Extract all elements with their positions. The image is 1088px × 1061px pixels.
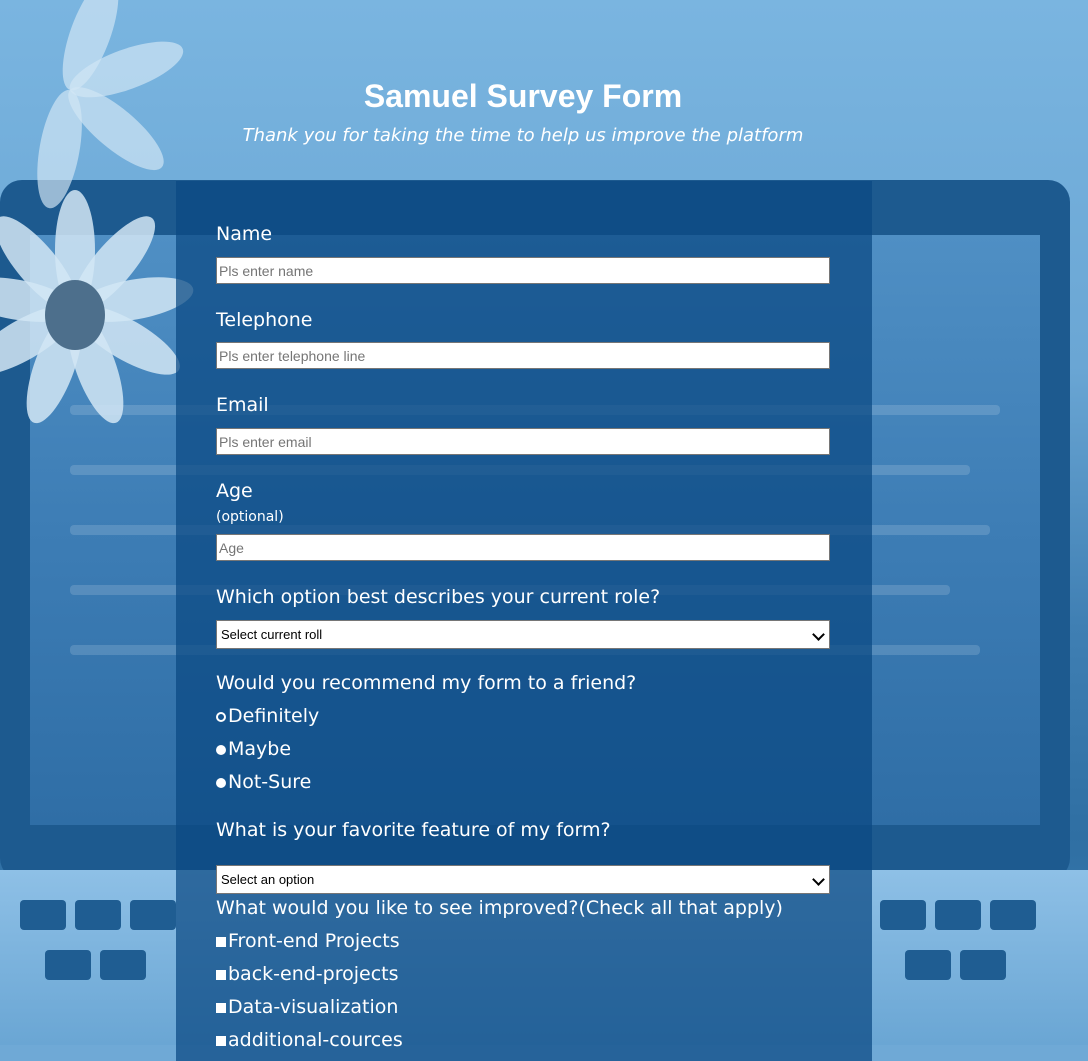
radio-selected-icon[interactable] [216, 711, 226, 722]
chevron-down-icon [812, 628, 825, 641]
recommend-option-definitely[interactable]: Definitely [216, 705, 319, 727]
feature-label: What is your favorite feature of my form… [216, 819, 611, 841]
improve-option-label: back-end-projects [228, 963, 399, 985]
recommend-option-label: Maybe [228, 738, 292, 760]
recommend-option-label: Definitely [228, 705, 320, 727]
survey-form-panel: Name Pls enter name Telephone Pls enter … [176, 181, 872, 1061]
age-label: Age [216, 480, 253, 502]
improve-option-back-end[interactable]: back-end-projects [216, 963, 399, 985]
recommend-option-maybe[interactable]: Maybe [216, 738, 291, 760]
telephone-label: Telephone [216, 309, 313, 331]
background-flower [0, 180, 197, 440]
recommend-option-label: Not-Sure [228, 771, 312, 793]
checkbox-icon[interactable] [216, 1002, 226, 1013]
improve-option-data-visualization[interactable]: Data-visualization [216, 996, 398, 1018]
improve-option-label: Front-end Projects [228, 930, 400, 952]
improve-option-label: Data-visualization [228, 996, 399, 1018]
age-optional-hint: (optional) [216, 509, 284, 525]
role-select-value: Select current roll [221, 627, 323, 642]
checkbox-icon[interactable] [216, 1035, 226, 1046]
improve-option-front-end[interactable]: Front-end Projects [216, 930, 400, 952]
improve-label: What would you like to see improved?(Che… [216, 897, 783, 919]
page-description: Thank you for taking the time to help us… [242, 125, 804, 146]
feature-select[interactable]: Select an option [216, 865, 830, 894]
feature-select-value: Select an option [221, 872, 315, 887]
page-title: Samuel Survey Form [363, 78, 683, 114]
recommend-option-not-sure[interactable]: Not-Sure [216, 771, 311, 793]
role-select[interactable]: Select current roll [216, 620, 830, 649]
radio-icon[interactable] [216, 777, 226, 788]
recommend-label: Would you recommend my form to a friend? [216, 672, 637, 694]
checkbox-icon[interactable] [216, 969, 226, 980]
email-input[interactable]: Pls enter email [216, 428, 830, 455]
improve-option-label: additional-cources [228, 1029, 403, 1051]
telephone-input[interactable]: Pls enter telephone line [216, 342, 830, 369]
role-label: Which option best describes your current… [216, 586, 661, 608]
radio-icon[interactable] [216, 744, 226, 755]
name-input[interactable]: Pls enter name [216, 257, 830, 284]
name-label: Name [216, 223, 273, 245]
checkbox-icon[interactable] [216, 936, 226, 947]
age-input[interactable]: Age [216, 534, 830, 561]
chevron-down-icon [812, 873, 825, 886]
email-label: Email [216, 394, 269, 416]
improve-option-additional-courses[interactable]: additional-cources [216, 1029, 403, 1051]
